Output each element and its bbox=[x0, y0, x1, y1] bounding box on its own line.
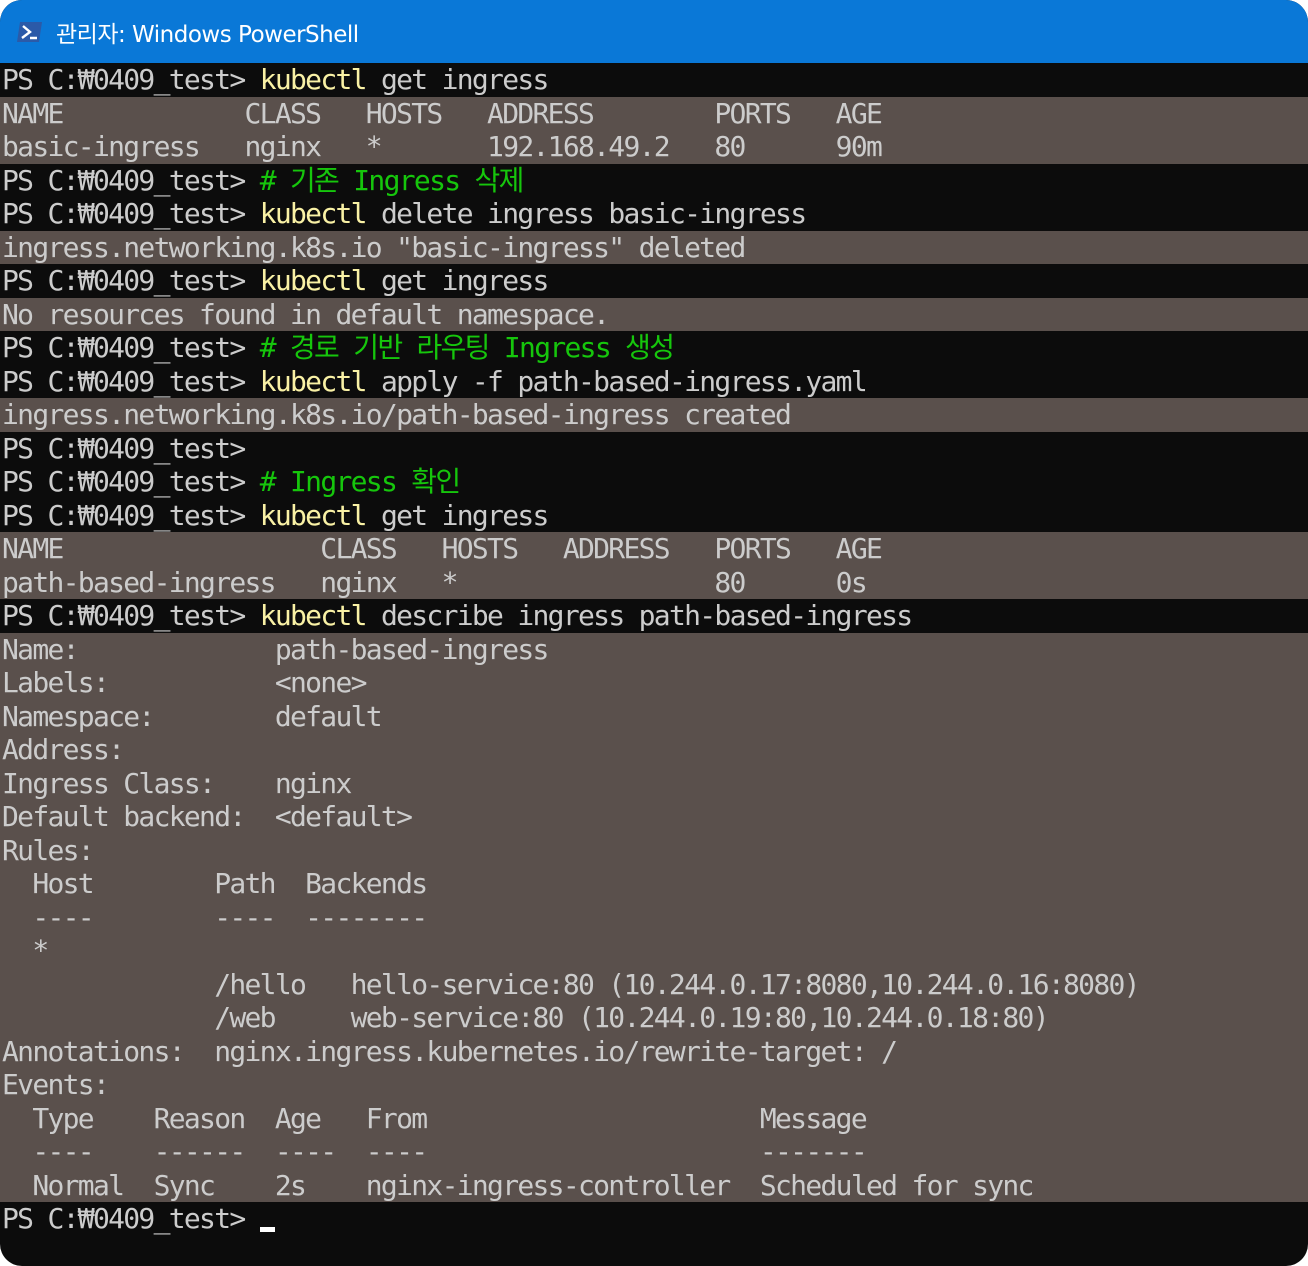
output-text: Events: bbox=[2, 1068, 110, 1101]
output-text: path-based-ingress nginx * 80 0s bbox=[2, 565, 868, 599]
output-text: Address: bbox=[2, 733, 125, 766]
output-line: path-based-ingress nginx * 80 0s bbox=[0, 565, 1308, 599]
output-line: Host Path Backends bbox=[0, 867, 1308, 901]
output-line: No resources found in default namespace. bbox=[0, 297, 1308, 331]
prompt-line: PS C:₩0409_test> kubectl get ingress bbox=[0, 264, 1308, 298]
output-text: Annotations: nginx.ingress.kubernetes.io… bbox=[2, 1034, 898, 1068]
prompt-line: PS C:₩0409_test> bbox=[0, 431, 1308, 465]
prompt-line: PS C:₩0409_test> kubectl describe ingres… bbox=[0, 599, 1308, 633]
output-text: Rules: bbox=[2, 833, 95, 867]
output-text: Namespace: default bbox=[2, 699, 383, 733]
prompt-line: PS C:₩0409_test> kubectl get ingress bbox=[0, 63, 1308, 97]
prompt-text: PS C:₩0409_test> bbox=[2, 465, 260, 498]
output-text: NAME CLASS HOSTS ADDRESS PORTS AGE bbox=[2, 532, 883, 565]
output-line: ingress.networking.k8s.io/path-based-ing… bbox=[0, 398, 1308, 432]
window-title: 관리자: Windows PowerShell bbox=[56, 21, 359, 48]
command-args: describe ingress path-based-ingress bbox=[365, 599, 913, 632]
prompt-text: PS C:₩0409_test> bbox=[2, 163, 260, 197]
command-name: kubectl bbox=[259, 364, 368, 398]
output-line: Type Reason Age From Message bbox=[0, 1101, 1308, 1135]
command-args: apply -f path-based-ingress.yaml bbox=[365, 364, 868, 398]
prompt-text: PS C:₩0409_test> bbox=[2, 1202, 260, 1235]
output-text: Labels: <none> bbox=[2, 666, 367, 699]
prompt-line: PS C:₩0409_test> kubectl delete ingress … bbox=[0, 197, 1308, 231]
output-text: Default backend: <default> bbox=[2, 800, 413, 833]
prompt-text: PS C:₩0409_test> bbox=[2, 331, 260, 364]
comment-text: # 경로 기반 라우팅 Ingress 생성 bbox=[259, 331, 675, 364]
output-text: ---- ------ ---- ---- ------- bbox=[2, 1135, 867, 1168]
output-text: Name: path-based-ingress bbox=[2, 632, 549, 666]
prompt-line: PS C:₩0409_test> # 기존 Ingress 삭제 bbox=[0, 163, 1308, 197]
prompt-line: PS C:₩0409_test> # 경로 기반 라우팅 Ingress 생성 bbox=[0, 331, 1308, 365]
prompt-text: PS C:₩0409_test> bbox=[2, 364, 260, 398]
prompt-text: PS C:₩0409_test> bbox=[2, 197, 260, 230]
command-args: get ingress bbox=[365, 498, 549, 532]
output-line: basic-ingress nginx * 192.168.49.2 80 90… bbox=[0, 130, 1308, 164]
output-line: Default backend: <default> bbox=[0, 800, 1308, 834]
output-line: Labels: <none> bbox=[0, 666, 1308, 700]
prompt-line: PS C:₩0409_test> kubectl get ingress bbox=[0, 498, 1308, 532]
output-text: Normal Sync 2s nginx-ingress-controller … bbox=[2, 1168, 1034, 1202]
output-text: ---- ---- -------- bbox=[2, 900, 428, 934]
output-line: Events: bbox=[0, 1068, 1308, 1102]
output-text: /hello hello-service:80 (10.244.0.17:808… bbox=[2, 967, 1140, 1001]
output-text: /web web-service:80 (10.244.0.19:80,10.2… bbox=[2, 1001, 1049, 1034]
powershell-icon bbox=[16, 20, 44, 44]
output-line: * bbox=[0, 934, 1308, 968]
prompt-line: PS C:₩0409_test> # Ingress 확인 bbox=[0, 465, 1308, 499]
command-name: kubectl bbox=[259, 498, 368, 532]
command-name: kubectl bbox=[259, 63, 368, 96]
output-line: Annotations: nginx.ingress.kubernetes.io… bbox=[0, 1034, 1308, 1068]
command-name: kubectl bbox=[259, 599, 368, 632]
command-name: kubectl bbox=[259, 264, 368, 297]
output-text: basic-ingress nginx * 192.168.49.2 80 90… bbox=[2, 130, 883, 163]
prompt-line: PS C:₩0409_test> kubectl apply -f path-b… bbox=[0, 364, 1308, 398]
output-line: Namespace: default bbox=[0, 699, 1308, 733]
output-line: Name: path-based-ingress bbox=[0, 632, 1308, 666]
output-text: Type Reason Age From Message bbox=[2, 1101, 867, 1135]
output-text: Ingress Class: nginx bbox=[2, 766, 352, 800]
output-line: Ingress Class: nginx bbox=[0, 766, 1308, 800]
output-line: NAME CLASS HOSTS ADDRESS PORTS AGE bbox=[0, 532, 1308, 566]
prompt-text: PS C:₩0409_test> bbox=[2, 498, 260, 532]
command-name: kubectl bbox=[259, 197, 368, 230]
output-line: ---- ---- -------- bbox=[0, 900, 1308, 934]
output-line: Address: bbox=[0, 733, 1308, 767]
prompt-text: PS C:₩0409_test> bbox=[2, 431, 260, 465]
output-line: Normal Sync 2s nginx-ingress-controller … bbox=[0, 1168, 1308, 1202]
command-args: get ingress bbox=[365, 264, 549, 297]
prompt-line: PS C:₩0409_test> bbox=[0, 1202, 1308, 1236]
comment-text: # Ingress 확인 bbox=[259, 465, 461, 498]
terminal-output[interactable]: PS C:₩0409_test> kubectl get ingress NAME… bbox=[0, 63, 1308, 1236]
prompt-text: PS C:₩0409_test> bbox=[2, 599, 260, 632]
prompt-text: PS C:₩0409_test> bbox=[2, 63, 260, 96]
output-line: /hello hello-service:80 (10.244.0.17:808… bbox=[0, 967, 1308, 1001]
output-line: NAME CLASS HOSTS ADDRESS PORTS AGE bbox=[0, 96, 1308, 130]
output-line: ---- ------ ---- ---- ------- bbox=[0, 1135, 1308, 1169]
prompt-text: PS C:₩0409_test> bbox=[2, 264, 260, 297]
output-text: Host Path Backends bbox=[2, 867, 428, 900]
output-text: No resources found in default namespace. bbox=[2, 297, 610, 331]
output-text: * bbox=[2, 934, 49, 967]
output-line: Rules: bbox=[0, 833, 1308, 867]
comment-text: # 기존 Ingress 삭제 bbox=[259, 163, 525, 197]
command-args: get ingress bbox=[365, 63, 549, 96]
output-text: ingress.networking.k8s.io "basic-ingress… bbox=[2, 230, 746, 264]
output-line: ingress.networking.k8s.io "basic-ingress… bbox=[0, 230, 1308, 264]
output-text: NAME CLASS HOSTS ADDRESS PORTS AGE bbox=[2, 96, 883, 130]
output-line: /web web-service:80 (10.244.0.19:80,10.2… bbox=[0, 1001, 1308, 1035]
output-text: ingress.networking.k8s.io/path-based-ing… bbox=[2, 398, 792, 431]
text-cursor bbox=[259, 1226, 275, 1232]
powershell-window: 관리자: Windows PowerShell PS C:₩0409_test>… bbox=[0, 0, 1308, 1266]
command-args: delete ingress basic-ingress bbox=[365, 197, 807, 230]
title-bar[interactable]: 관리자: Windows PowerShell bbox=[0, 0, 1308, 63]
